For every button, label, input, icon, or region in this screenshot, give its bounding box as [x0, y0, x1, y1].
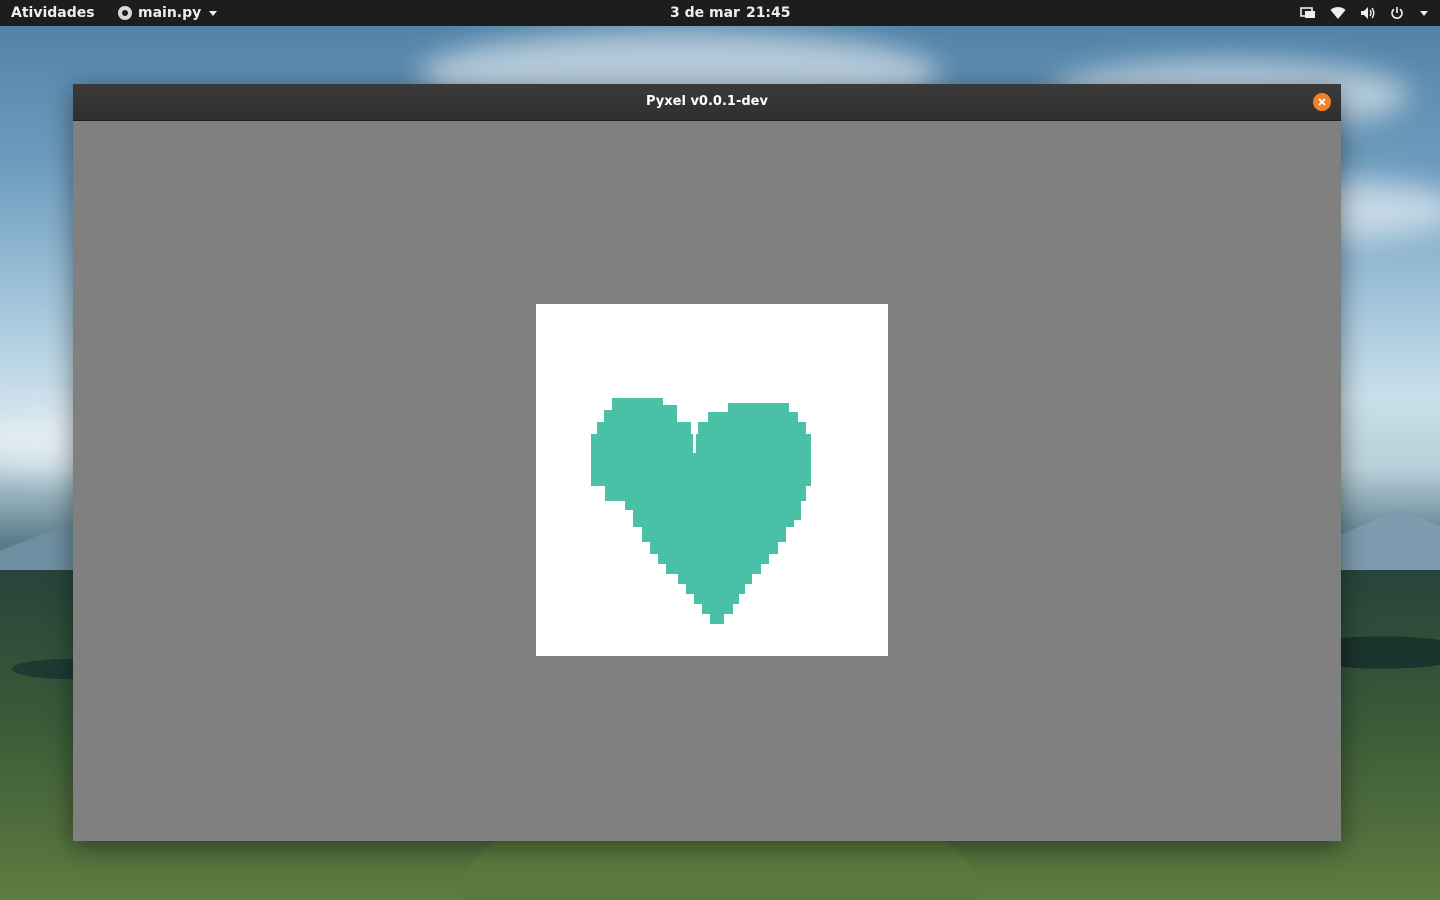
system-menu-caret-icon[interactable] [1420, 10, 1428, 16]
app-menu[interactable]: main.py [118, 0, 218, 26]
pyxel-canvas [536, 304, 888, 656]
heart-shape [591, 398, 811, 624]
heart-image [591, 398, 811, 624]
window-content [73, 121, 1341, 841]
clock-date: 3 de mar [670, 5, 740, 21]
app-icon [118, 6, 132, 20]
top-bar: Atividades main.py 3 de mar 21:45 [0, 0, 1440, 26]
screen-share-icon[interactable] [1300, 6, 1316, 20]
window-title: Pyxel v0.0.1-dev [646, 94, 768, 109]
activities-button[interactable]: Atividades [11, 0, 95, 26]
wifi-icon[interactable] [1330, 6, 1346, 20]
power-icon[interactable] [1390, 6, 1404, 20]
system-tray[interactable] [1300, 0, 1428, 26]
clock[interactable]: 3 de mar 21:45 [670, 0, 791, 26]
close-button[interactable] [1313, 93, 1331, 111]
window-titlebar[interactable]: Pyxel v0.0.1-dev [73, 84, 1341, 121]
pyxel-window: Pyxel v0.0.1-dev [73, 84, 1341, 841]
chevron-down-icon [209, 10, 218, 16]
clock-time: 21:45 [745, 5, 791, 21]
volume-icon[interactable] [1360, 6, 1376, 20]
close-icon [1318, 98, 1326, 106]
app-menu-label: main.py [138, 5, 202, 21]
